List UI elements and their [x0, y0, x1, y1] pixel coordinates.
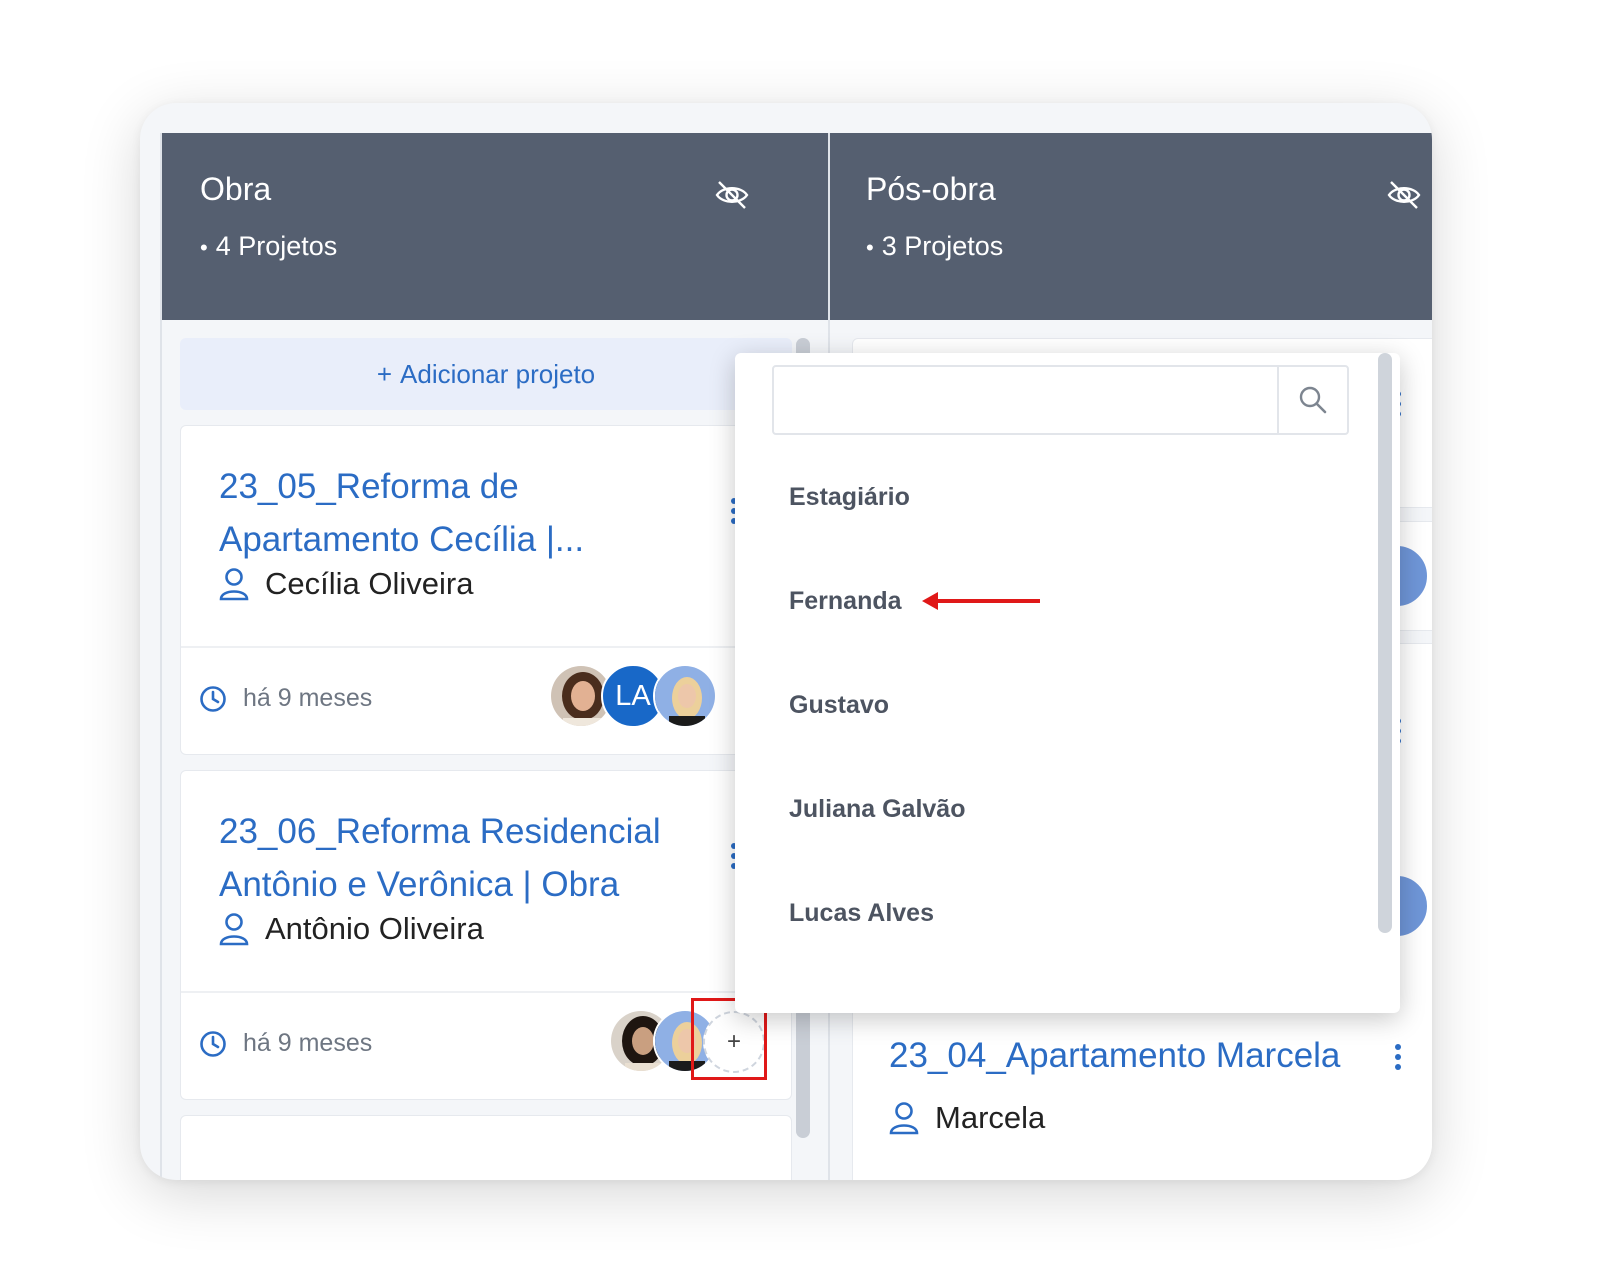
- card-divider: [181, 646, 791, 648]
- client-name: Cecília Oliveira: [265, 566, 474, 601]
- add-project-label: Adicionar projeto: [400, 358, 596, 389]
- user-icon: [889, 1102, 919, 1135]
- member-option[interactable]: Gustavo: [789, 691, 889, 720]
- eye-slash-icon[interactable]: [1384, 175, 1424, 215]
- search-icon: [1299, 386, 1327, 414]
- column-project-count: • 4 Projetos: [200, 231, 338, 261]
- eye-slash-icon[interactable]: [712, 175, 752, 215]
- time-label: há 9 meses: [243, 684, 373, 712]
- column-header-obra: Obra • 4 Projetos: [162, 133, 828, 320]
- clock-icon: [200, 1030, 226, 1057]
- add-project-button[interactable]: + Adicionar projeto: [180, 338, 792, 410]
- plus-icon: +: [376, 358, 393, 389]
- member-avatar[interactable]: [653, 664, 717, 728]
- clock-icon: [200, 685, 226, 712]
- dropdown-scrollbar[interactable]: [1378, 353, 1392, 933]
- arrow-left-icon: [922, 592, 1040, 610]
- project-title-link[interactable]: 23_05_Reforma de Apartamento Cecília |..…: [219, 460, 689, 566]
- member-search: [772, 365, 1349, 435]
- client-name: Marcela: [935, 1100, 1046, 1135]
- client-name: Antônio Oliveira: [265, 911, 484, 946]
- member-option[interactable]: Lucas Alves: [789, 899, 934, 928]
- member-select-dropdown[interactable]: Estagiário Fernanda Gustavo Juliana Galv…: [735, 353, 1400, 1013]
- card-updated-time: há 9 meses: [199, 1029, 372, 1058]
- member-option[interactable]: Fernanda: [789, 587, 902, 616]
- column-project-count: • 3 Projetos: [866, 231, 1004, 261]
- column-title: Pós-obra: [866, 171, 996, 207]
- project-client: Cecília Oliveira: [219, 566, 473, 602]
- member-option[interactable]: Juliana Galvão: [789, 795, 965, 824]
- project-card[interactable]: [180, 1115, 792, 1180]
- card-divider: [181, 991, 791, 993]
- card-menu-icon[interactable]: [1391, 1044, 1405, 1074]
- user-icon: [219, 568, 249, 601]
- column-header-pos-obra: Pós-obra • 3 Projetos: [830, 133, 1432, 320]
- project-card[interactable]: 23_04_Apartamento Marcela Marcela: [852, 988, 1432, 1180]
- project-client: Marcela: [889, 1100, 1045, 1136]
- user-icon: [219, 913, 249, 946]
- time-label: há 9 meses: [243, 1029, 373, 1057]
- card-updated-time: há 9 meses: [199, 684, 372, 713]
- project-title-link[interactable]: 23_04_Apartamento Marcela: [889, 1036, 1340, 1076]
- project-card[interactable]: 23_05_Reforma de Apartamento Cecília |..…: [180, 425, 792, 755]
- kanban-board: Obra • 4 Projetos Pós-obra • 3 Projetos + …: [140, 103, 1432, 1180]
- member-option[interactable]: Estagiário: [789, 483, 910, 512]
- project-title-link[interactable]: 23_06_Reforma Residencial Antônio e Verô…: [219, 805, 689, 911]
- project-client: Antônio Oliveira: [219, 911, 484, 947]
- column-title: Obra: [200, 171, 272, 207]
- search-button[interactable]: [1277, 367, 1347, 433]
- member-search-input[interactable]: [774, 367, 1278, 433]
